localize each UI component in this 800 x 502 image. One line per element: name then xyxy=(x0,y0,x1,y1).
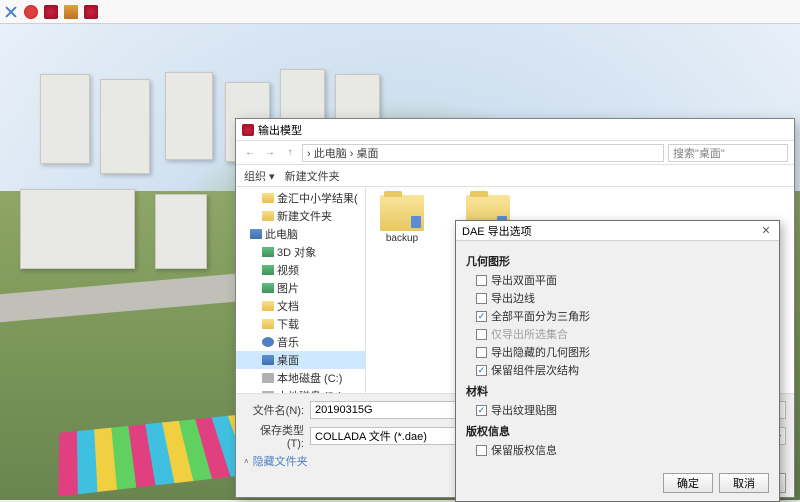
filename-label: 文件名(N): xyxy=(244,402,304,418)
organize-menu[interactable]: 组织 ▾ xyxy=(244,168,275,184)
opt-edges[interactable]: 导出边线 xyxy=(466,289,769,307)
tree-item-label: 金汇中小学结果( xyxy=(277,190,358,206)
folder-icon xyxy=(380,195,424,231)
breadcrumb[interactable]: › 此电脑 › 桌面 xyxy=(302,144,664,162)
tree-item[interactable]: 桌面 xyxy=(236,351,365,369)
folder-icon xyxy=(262,319,274,329)
scissors-icon[interactable] xyxy=(4,5,18,19)
building xyxy=(155,194,207,269)
tree-item-label: 本地磁盘 (C:) xyxy=(277,370,342,386)
dialog-titlebar: 输出模型 xyxy=(236,119,794,141)
checkbox[interactable] xyxy=(476,275,487,286)
opt-triangulate[interactable]: 全部平面分为三角形 xyxy=(466,307,769,325)
tree-item[interactable]: 下载 xyxy=(236,315,365,333)
tree-item-label: 视频 xyxy=(277,262,299,278)
ruby-icon[interactable] xyxy=(44,5,58,19)
tree-item[interactable]: 音乐 xyxy=(236,333,365,351)
opt-hidden: 仅导出所选集合 xyxy=(466,325,769,343)
credits-heading: 版权信息 xyxy=(466,423,769,439)
ruby-icon-2[interactable] xyxy=(84,5,98,19)
tree-item-label: 图片 xyxy=(277,280,299,296)
tree-item[interactable]: 文档 xyxy=(236,297,365,315)
chevron-up-icon: ˄ xyxy=(244,457,249,466)
checkbox xyxy=(476,329,487,340)
img-icon xyxy=(262,247,274,257)
opt-preserve-hierarchy[interactable]: 保留组件层次结构 xyxy=(466,361,769,379)
tree-item-label: 桌面 xyxy=(277,352,299,368)
pc-icon xyxy=(262,355,274,365)
cube-icon[interactable] xyxy=(64,5,78,19)
close-icon[interactable]: ✕ xyxy=(759,224,773,238)
nav-fwd-icon[interactable]: → xyxy=(262,145,278,161)
building xyxy=(100,79,150,174)
opt-hierarchy[interactable]: 导出隐藏的几何图形 xyxy=(466,343,769,361)
ok-button[interactable]: 确定 xyxy=(663,473,713,493)
opt-credits[interactable]: 保留版权信息 xyxy=(466,441,769,459)
opt-two-sided[interactable]: 导出双面平面 xyxy=(466,271,769,289)
folder-icon xyxy=(262,211,274,221)
checkbox[interactable] xyxy=(476,347,487,358)
tree-item-label: 下载 xyxy=(277,316,299,332)
img-icon xyxy=(262,265,274,275)
folder-tree[interactable]: 金汇中小学结果( 新建文件夹此电脑 3D 对象视频图片文档下载音乐桌面本地磁盘 (C… xyxy=(236,187,366,393)
tree-item-label: 音乐 xyxy=(277,334,299,350)
dae-cancel-button[interactable]: 取消 xyxy=(719,473,769,493)
tree-item-label: 新建文件夹 xyxy=(277,208,332,224)
savetype-label: 保存类型(T): xyxy=(244,422,304,450)
search-input[interactable]: 搜索"桌面" xyxy=(668,144,788,162)
folder-icon xyxy=(262,193,274,203)
tree-item[interactable]: 金汇中小学结果( xyxy=(236,189,365,207)
checkbox[interactable] xyxy=(476,445,487,456)
checkbox[interactable] xyxy=(476,311,487,322)
tree-item[interactable]: 3D 对象 xyxy=(236,243,365,261)
building xyxy=(165,72,213,160)
tree-item[interactable]: 本地磁盘 (C:) xyxy=(236,369,365,387)
music-icon xyxy=(262,337,274,347)
checkbox[interactable] xyxy=(476,365,487,376)
material-heading: 材料 xyxy=(466,383,769,399)
building xyxy=(20,189,135,269)
disk-icon xyxy=(262,373,274,383)
dae-options-dialog: DAE 导出选项 ✕ 几何图形 导出双面平面 导出边线 全部平面分为三角形 仅导… xyxy=(455,220,780,502)
red-dot-icon[interactable] xyxy=(24,5,38,19)
tree-item[interactable]: 新建文件夹 xyxy=(236,207,365,225)
img-icon xyxy=(262,283,274,293)
dae-title-text: DAE 导出选项 xyxy=(462,223,532,239)
file-label: backup xyxy=(386,233,418,244)
tree-item-label: 文档 xyxy=(277,298,299,314)
tree-item[interactable]: 视频 xyxy=(236,261,365,279)
new-folder-button[interactable]: 新建文件夹 xyxy=(285,168,340,184)
pc-icon xyxy=(250,229,262,239)
tree-item[interactable]: 此电脑 xyxy=(236,225,365,243)
tree-item[interactable]: 图片 xyxy=(236,279,365,297)
checkbox[interactable] xyxy=(476,293,487,304)
building xyxy=(40,74,90,164)
tree-item-label: 此电脑 xyxy=(265,226,298,242)
folder-icon xyxy=(262,301,274,311)
nav-up-icon[interactable]: ↑ xyxy=(282,145,298,161)
app-toolbar xyxy=(0,0,800,24)
checkbox[interactable] xyxy=(476,405,487,416)
dialog-nav: ← → ↑ › 此电脑 › 桌面 搜索"桌面" xyxy=(236,141,794,165)
opt-texture[interactable]: 导出纹理贴图 xyxy=(466,401,769,419)
nav-back-icon[interactable]: ← xyxy=(242,145,258,161)
dialog-toolbar: 组织 ▾ 新建文件夹 xyxy=(236,165,794,187)
file-item[interactable]: backup xyxy=(374,195,430,244)
dae-titlebar: DAE 导出选项 ✕ xyxy=(456,221,779,241)
dialog-title: 输出模型 xyxy=(258,122,302,138)
geometry-heading: 几何图形 xyxy=(466,253,769,269)
app-icon xyxy=(242,124,254,136)
tree-item-label: 3D 对象 xyxy=(277,244,316,260)
